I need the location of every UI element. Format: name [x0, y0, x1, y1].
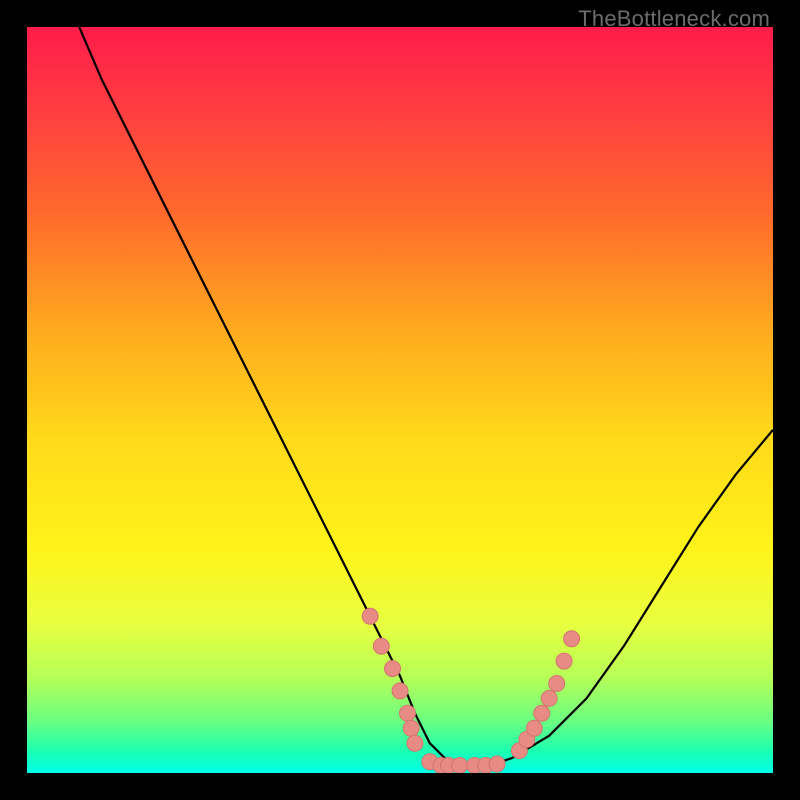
bottleneck-curve: [79, 27, 773, 766]
watermark-text: TheBottleneck.com: [578, 6, 770, 32]
chart-frame: TheBottleneck.com: [0, 0, 800, 800]
data-marker: [407, 735, 423, 751]
chart-svg: [27, 27, 773, 773]
data-marker: [403, 720, 419, 736]
data-marker: [362, 608, 378, 624]
data-marker: [564, 631, 580, 647]
data-marker: [400, 705, 416, 721]
plot-area: [27, 27, 773, 773]
data-marker: [534, 705, 550, 721]
data-marker: [373, 638, 389, 654]
data-marker: [489, 756, 505, 772]
data-marker: [392, 683, 408, 699]
data-marker: [556, 653, 572, 669]
data-marker: [541, 690, 557, 706]
data-marker: [549, 676, 565, 692]
data-marker: [526, 720, 542, 736]
data-marker: [452, 758, 468, 774]
data-marker: [385, 661, 401, 677]
curve-markers: [362, 608, 579, 773]
